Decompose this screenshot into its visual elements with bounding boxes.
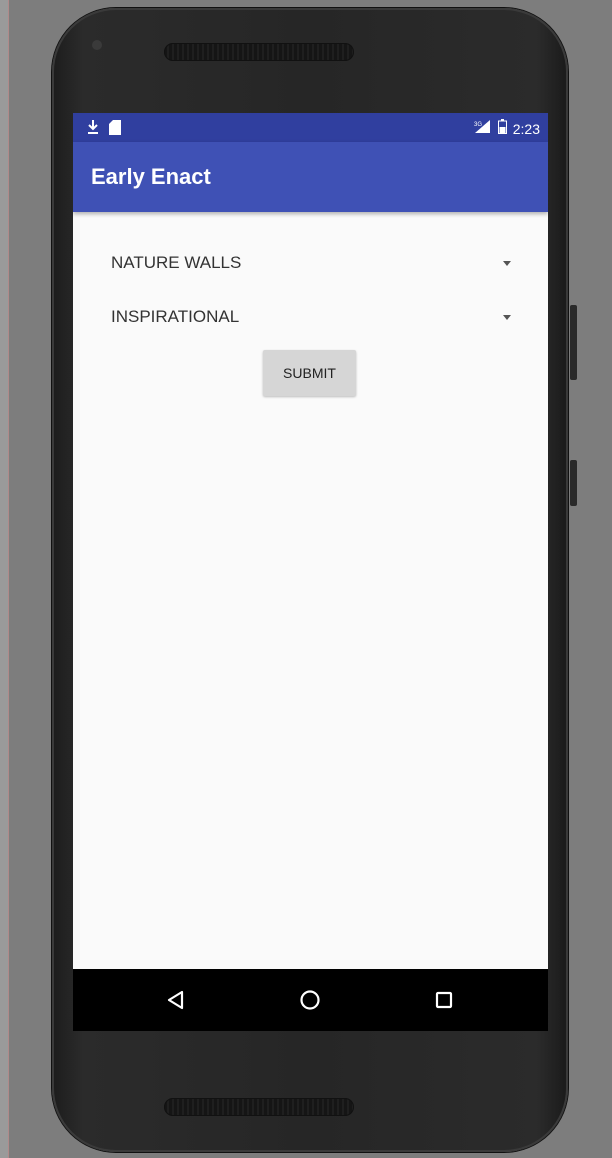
category-spinner-value: NATURE WALLS: [111, 253, 242, 272]
status-bar: 3G 2:23: [73, 113, 548, 142]
volume-button: [570, 305, 577, 380]
power-button: [570, 460, 577, 506]
status-time: 2:23: [512, 120, 540, 137]
top-speaker: [164, 43, 354, 61]
quote-type-spinner[interactable]: INSPIRATIONAL: [111, 303, 511, 333]
app-title: Early Enact: [91, 164, 211, 189]
dropdown-arrow-icon: [503, 315, 511, 320]
window-edge: [0, 0, 9, 1158]
svg-text:3G: 3G: [474, 122, 482, 128]
app-bar: Early Enact: [73, 142, 548, 212]
signal-icon: 3G: [474, 119, 492, 138]
submit-button[interactable]: SUBMIT: [263, 350, 356, 396]
category-spinner[interactable]: NATURE WALLS: [111, 249, 511, 279]
back-icon[interactable]: [163, 987, 189, 1013]
battery-icon: [497, 119, 507, 138]
download-icon: [87, 119, 99, 139]
dropdown-arrow-icon: [503, 261, 511, 266]
front-camera: [92, 40, 102, 50]
bottom-speaker: [164, 1098, 354, 1116]
device-screen: 3G 2:23 Early Enact NATURE WALLS INSPIRA…: [73, 113, 548, 1031]
navigation-bar: [73, 969, 548, 1031]
home-icon[interactable]: [297, 987, 323, 1013]
sd-card-icon: [109, 119, 121, 139]
recents-icon[interactable]: [431, 987, 457, 1013]
quote-type-spinner-value: INSPIRATIONAL: [111, 307, 240, 326]
